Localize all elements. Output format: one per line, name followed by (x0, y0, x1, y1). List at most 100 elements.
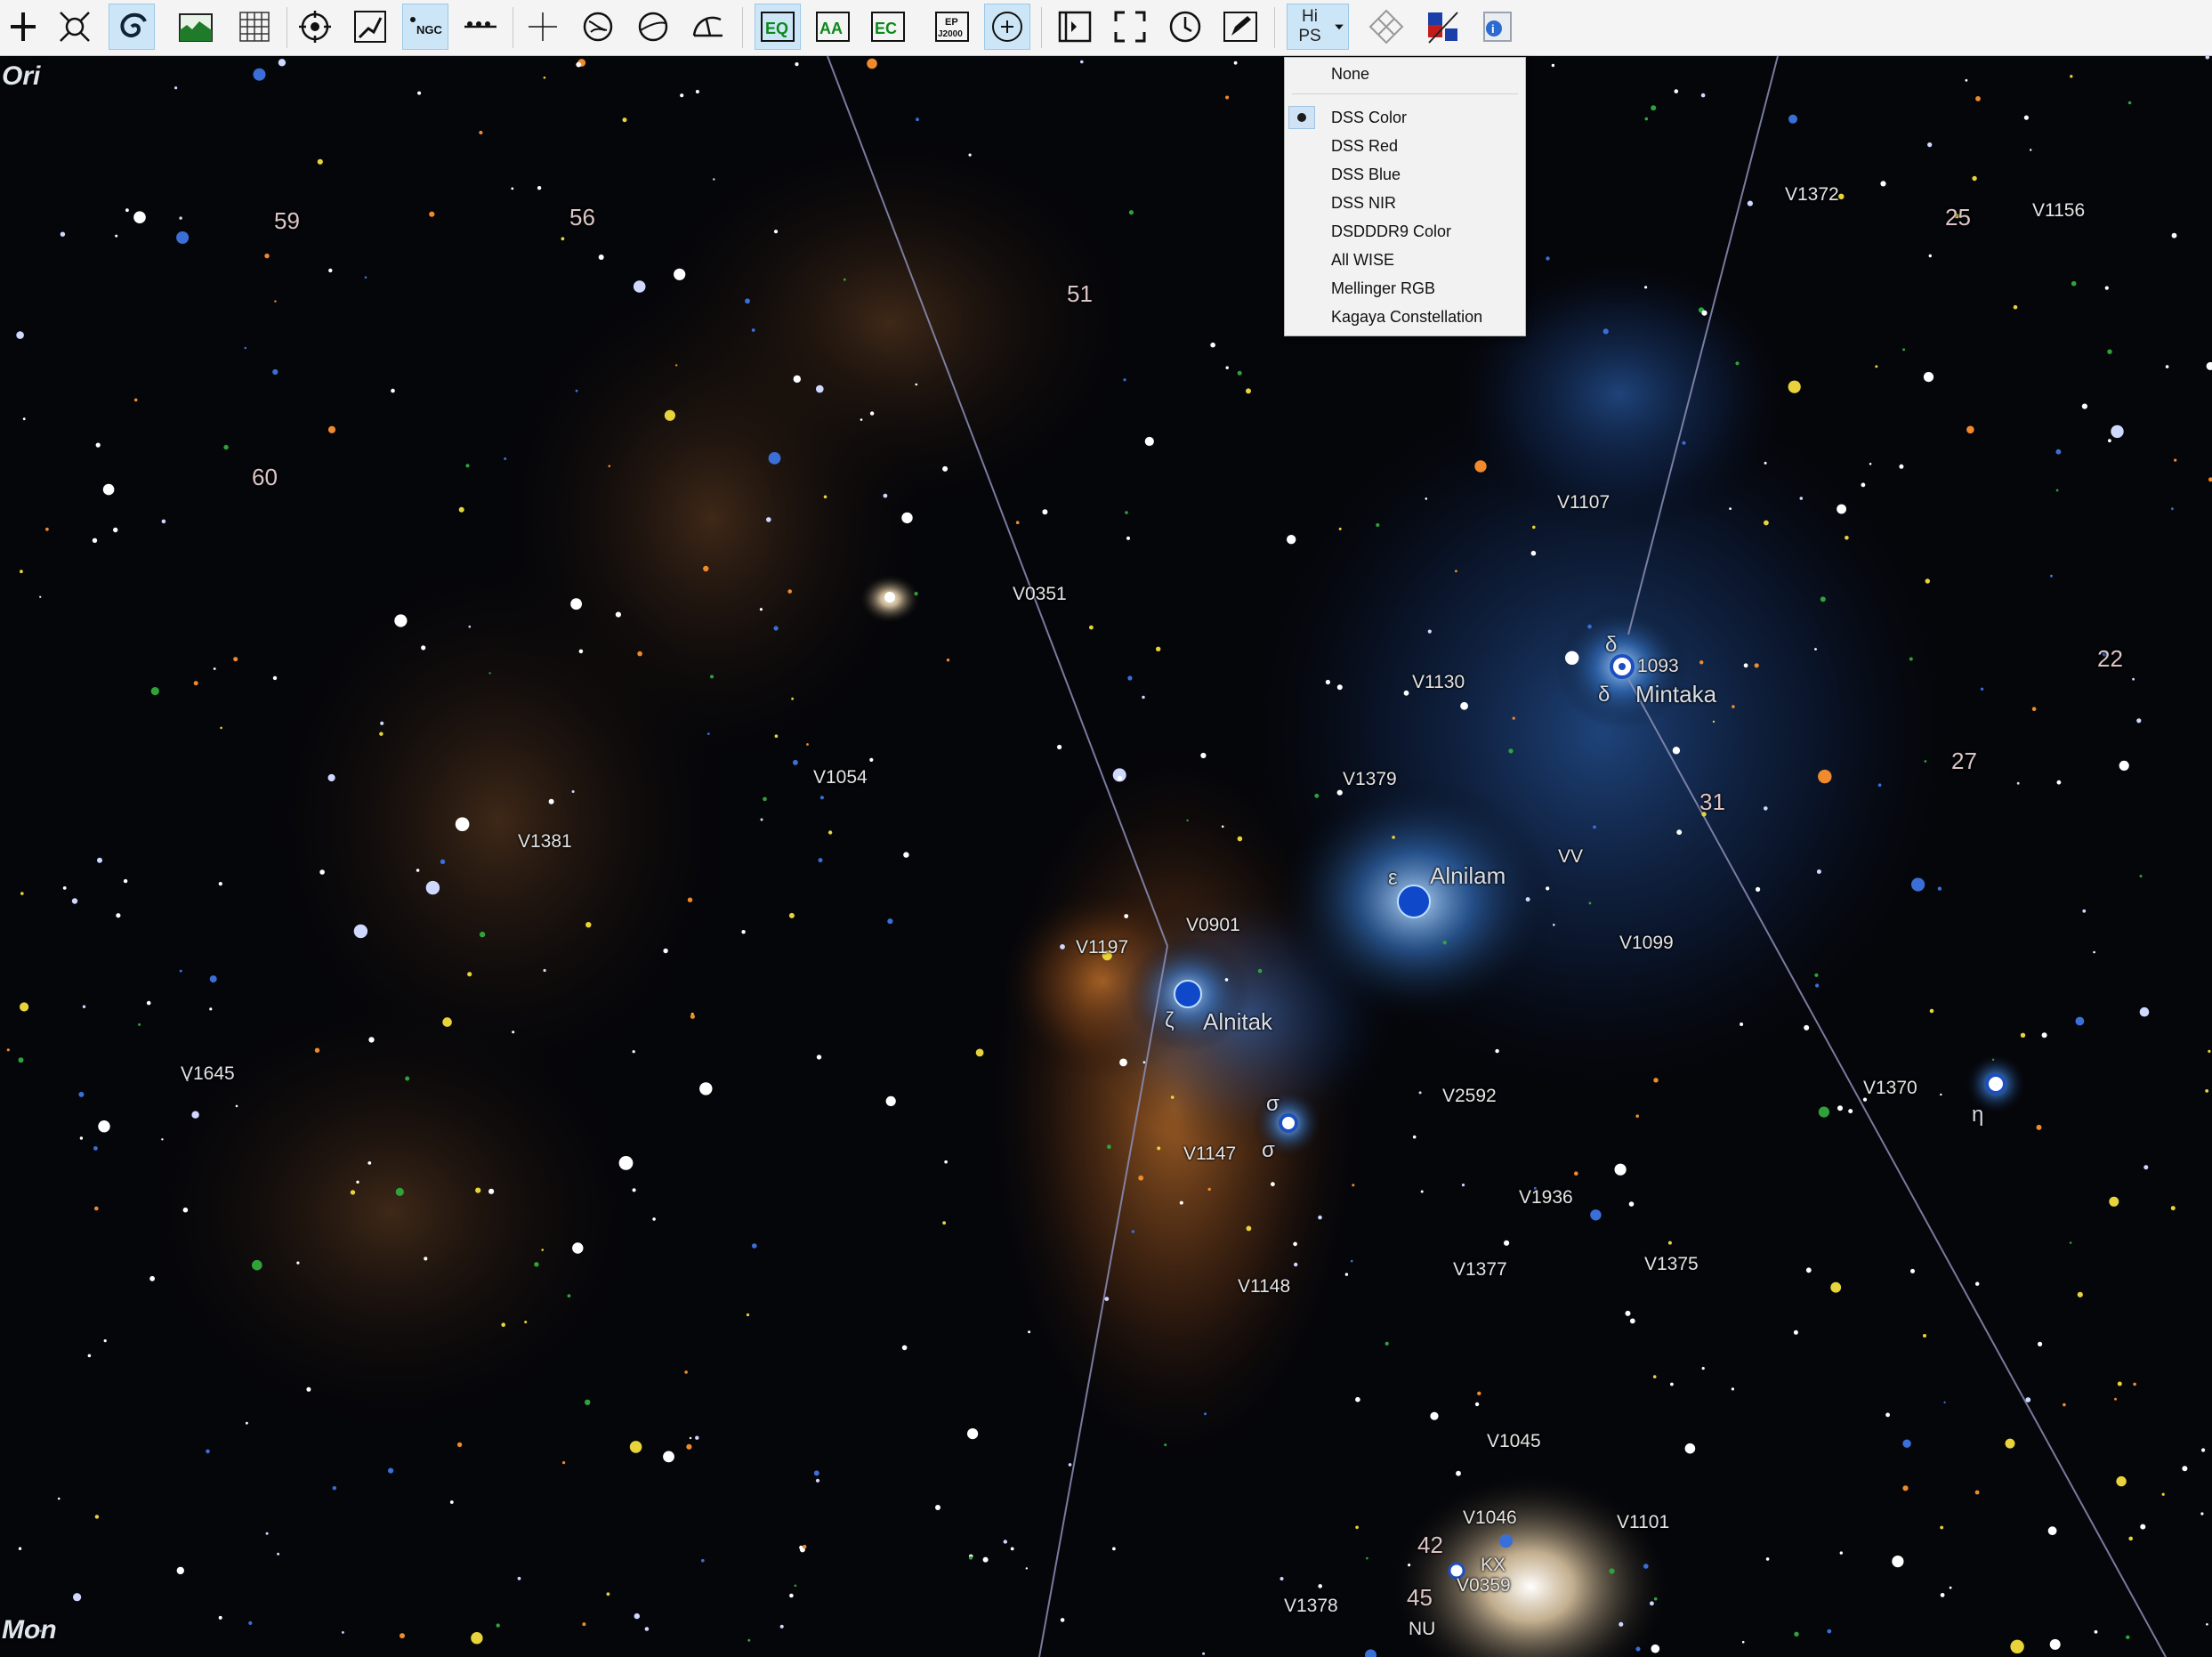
equatorial-button[interactable]: EQ (755, 4, 801, 50)
landscape-toggle-button[interactable] (173, 4, 219, 50)
menu-item-none[interactable]: None (1331, 65, 1369, 84)
flamsteed-59: 59 (274, 207, 300, 234)
menu-item-kagaya-constellation[interactable]: Kagaya Constellation (1331, 308, 1482, 327)
menu-item-dss-color[interactable]: DSS Color (1331, 109, 1407, 127)
background-star (618, 1156, 634, 1170)
background-star (113, 527, 118, 533)
hips-label-bottom: PS (1298, 27, 1321, 45)
background-star (2206, 1623, 2208, 1626)
star-name-alnitak[interactable]: Alnitak (1203, 1008, 1272, 1036)
menu-item-dss-red[interactable]: DSS Red (1331, 137, 1398, 156)
star-name-mintaka[interactable]: Mintaka (1635, 681, 1716, 708)
background-star (277, 1552, 280, 1556)
background-star (2075, 1016, 2085, 1026)
alnilam-star[interactable] (1397, 885, 1431, 918)
star-name-alnilam[interactable]: Alnilam (1430, 862, 1506, 890)
hips-button[interactable]: Hi PS (1287, 4, 1349, 50)
background-star (1408, 1564, 1411, 1567)
background-star (394, 614, 408, 627)
background-star (1325, 679, 1330, 685)
eta-orionis-star[interactable] (1985, 1073, 2006, 1095)
background-star (1455, 570, 1457, 573)
background-star (400, 1633, 405, 1639)
background-star (328, 268, 333, 273)
background-star (1740, 1022, 1744, 1026)
background-star (272, 368, 279, 376)
constellation-lines-button[interactable] (347, 4, 393, 50)
background-star (319, 869, 325, 875)
background-star (793, 375, 801, 384)
background-star (1461, 1184, 1465, 1187)
deep-sky-toggle-button[interactable] (52, 4, 98, 50)
menu-item-dss-blue[interactable]: DSS Blue (1331, 166, 1401, 184)
background-star (133, 398, 138, 402)
edit-button[interactable] (1217, 4, 1263, 50)
variable-v1379: V1379 (1343, 769, 1397, 789)
background-star (233, 657, 238, 662)
background-star (2070, 75, 2073, 78)
background-star (1495, 1048, 1499, 1054)
background-star (1756, 886, 1761, 893)
center-cross-button[interactable] (520, 4, 566, 50)
zoom-center-button[interactable] (984, 4, 1030, 50)
time-button[interactable] (1162, 4, 1208, 50)
fullscreen-button[interactable] (1107, 4, 1153, 50)
background-star (606, 1592, 610, 1596)
sky-view[interactable]: Ori Mon Mintaka Alnilam Alnitak δ δ ε ζ … (0, 56, 2212, 1657)
background-star (1764, 806, 1768, 811)
crosshair-telescope-button[interactable] (0, 4, 46, 50)
panel-toggle-button[interactable] (1052, 4, 1098, 50)
background-star (541, 1249, 544, 1251)
info-button[interactable]: i (1473, 4, 1520, 50)
grid-toggle-button[interactable] (231, 4, 278, 50)
background-star (779, 1624, 784, 1629)
background-star (2010, 1639, 2024, 1654)
pattern-button[interactable] (1363, 4, 1409, 50)
background-star (2055, 449, 2062, 455)
background-star (98, 1120, 110, 1133)
ngc-labels-button[interactable]: NGC (402, 4, 448, 50)
background-star (915, 383, 918, 386)
galaxy-toggle-button[interactable] (109, 4, 155, 50)
chevron-down-icon[interactable] (1332, 20, 1346, 34)
nebula-star[interactable] (884, 592, 895, 602)
sphere-button[interactable] (630, 4, 676, 50)
background-star (1818, 769, 1832, 784)
menu-item-dss-nir[interactable]: DSS NIR (1331, 194, 1396, 213)
background-star (1818, 1106, 1829, 1118)
background-star (456, 1442, 463, 1448)
background-star (2036, 1124, 2042, 1130)
horizon-button[interactable] (685, 4, 731, 50)
background-star (2174, 458, 2177, 462)
background-star (350, 1190, 356, 1195)
background-star (2050, 574, 2053, 578)
background-star (179, 969, 182, 973)
planet-button[interactable] (575, 4, 621, 50)
background-star (1830, 1281, 1842, 1293)
target-button[interactable] (292, 4, 338, 50)
menu-item-dsdddr9-color[interactable]: DSDDDR9 Color (1331, 222, 1451, 241)
epoch-button[interactable]: EP J2000 (929, 4, 975, 50)
background-star (1910, 1268, 1915, 1273)
background-star (869, 757, 874, 763)
star-labels-button[interactable] (457, 4, 504, 50)
background-star (1574, 1171, 1578, 1176)
ecliptic-button[interactable]: EC (865, 4, 911, 50)
background-star (788, 912, 795, 918)
background-star (20, 1002, 29, 1012)
sigma-orionis-star[interactable] (1279, 1113, 1298, 1133)
menu-item-mellinger-rgb[interactable]: Mellinger RGB (1331, 279, 1435, 298)
alnitak-star[interactable] (1174, 980, 1202, 1008)
overlay-flag-icon (1428, 12, 1458, 44)
background-star (1628, 1201, 1635, 1207)
background-star (664, 409, 676, 421)
background-star (903, 852, 909, 858)
background-star (2104, 286, 2109, 290)
background-star (706, 732, 710, 735)
background-star (1003, 1540, 1008, 1544)
variable-v1046: V1046 (1463, 1507, 1517, 1528)
overlay-button[interactable] (1420, 4, 1466, 50)
menu-item-all-wise[interactable]: All WISE (1331, 251, 1394, 270)
altaz-button[interactable]: AA (810, 4, 856, 50)
background-star (2056, 780, 2062, 785)
